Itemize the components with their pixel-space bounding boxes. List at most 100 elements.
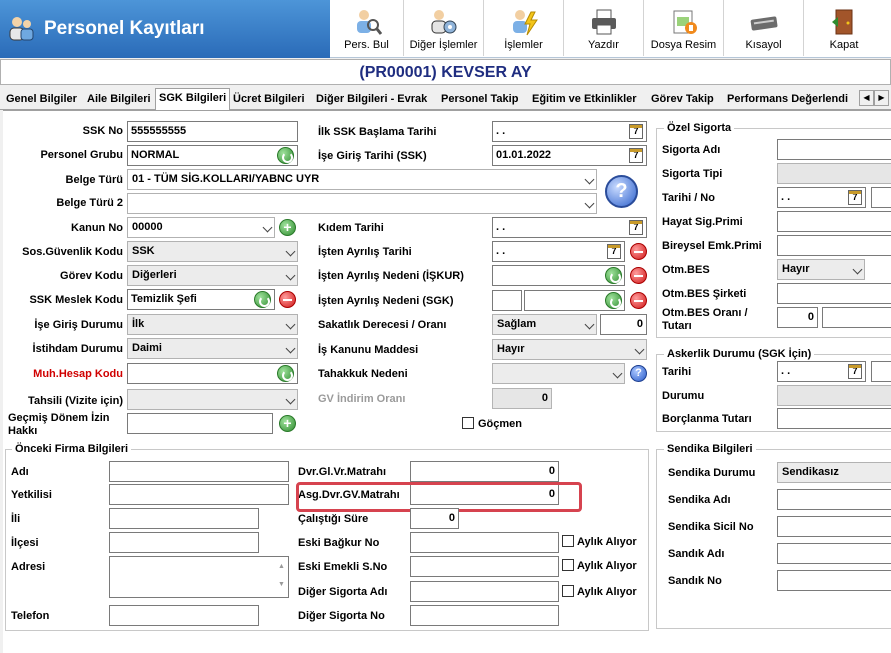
tab-performans-degerlendirme[interactable]: Performans Değerlendi: [724, 90, 851, 109]
kanun-no-select[interactable]: 00000: [127, 217, 275, 238]
tab-sgk-bilgileri[interactable]: SGK Bilgileri: [155, 88, 231, 110]
tab-gorev-takip[interactable]: Görev Takip: [648, 90, 717, 109]
refresh-icon[interactable]: [605, 267, 622, 284]
askerlik-tarihi-2-input[interactable]: [871, 361, 891, 382]
onceki-adresi-textarea[interactable]: [109, 556, 289, 598]
ozel-sigorta-no-input[interactable]: [871, 187, 891, 208]
calendar-icon[interactable]: 7: [629, 220, 643, 235]
remove-icon[interactable]: [630, 267, 647, 284]
kisayol-button[interactable]: Kısayol: [724, 0, 804, 56]
textarea-scrollbar[interactable]: ▲ ▼: [276, 558, 287, 596]
tab-genel-bilgiler[interactable]: Genel Bilgiler: [3, 90, 80, 109]
borclanma-tutari-input[interactable]: [777, 408, 891, 429]
aylik-aliyor-diger-checkbox[interactable]: [562, 585, 574, 597]
sakatlik-select[interactable]: Sağlam: [492, 314, 597, 335]
tab-aile-bilgileri[interactable]: Aile Bilgileri: [84, 90, 154, 109]
refresh-icon[interactable]: [277, 147, 294, 164]
onceki-ili-input[interactable]: [109, 508, 259, 529]
aylik-aliyor-emekli-checkbox[interactable]: [562, 559, 574, 571]
onceki-adi-input[interactable]: [109, 461, 289, 482]
tab-scroll-right-button[interactable]: ▶: [874, 90, 889, 106]
sendika-durumu-select[interactable]: Sendikasız: [777, 462, 891, 483]
onceki-ilcesi-input[interactable]: [109, 532, 259, 553]
eski-bagkur-no-input[interactable]: [410, 532, 559, 553]
sigorta-adi-input[interactable]: [777, 139, 891, 160]
islemler-button[interactable]: İşlemler: [484, 0, 564, 56]
sendika-sicil-no-input[interactable]: [777, 516, 891, 537]
istihdam-durumu-select[interactable]: Daimi: [127, 338, 298, 359]
sendika-adi-input[interactable]: [777, 489, 891, 510]
ssk-meslek-kodu-input[interactable]: Temizlik Şefi: [127, 289, 275, 310]
sandik-no-input[interactable]: [777, 570, 891, 591]
remove-icon[interactable]: [630, 292, 647, 309]
onceki-telefon-input[interactable]: [109, 605, 259, 626]
refresh-icon[interactable]: [605, 292, 622, 309]
otm-bes-select[interactable]: Hayır: [777, 259, 865, 280]
kapat-button[interactable]: Kapat: [804, 0, 884, 56]
pers-bul-button[interactable]: Pers. Bul: [330, 0, 404, 56]
askerlik-durumu-select[interactable]: [777, 385, 891, 406]
calistigi-sure-input[interactable]: 0: [410, 508, 459, 529]
eski-emekli-sno-input[interactable]: [410, 556, 559, 577]
diger-sigorta-no-input[interactable]: [410, 605, 559, 626]
personel-grubu-input[interactable]: NORMAL: [127, 145, 298, 166]
sakatlik-value: Sağlam: [497, 318, 537, 330]
tahsili-select[interactable]: [127, 389, 298, 410]
tahakkuk-nedeni-select[interactable]: [492, 363, 625, 384]
calendar-icon[interactable]: 7: [629, 148, 643, 163]
dvr-gl-vr-matrahi-input[interactable]: 0: [410, 461, 559, 482]
refresh-icon[interactable]: [277, 365, 294, 382]
ise-giris-durumu-select[interactable]: İlk: [127, 314, 298, 335]
help-icon[interactable]: ?: [630, 365, 647, 382]
gocmen-checkbox[interactable]: [462, 417, 474, 429]
remove-icon[interactable]: [279, 291, 296, 308]
toolbar-label: Kapat: [829, 39, 859, 51]
sandik-adi-input[interactable]: [777, 543, 891, 564]
tab-personel-takip[interactable]: Personel Takip: [438, 90, 521, 109]
isten-ayrilis-sgk-code-input[interactable]: [492, 290, 522, 311]
muh-hesap-kodu-input[interactable]: [127, 363, 298, 384]
gorev-kodu-select[interactable]: Diğerleri: [127, 265, 298, 286]
diger-sigorta-adi-input[interactable]: [410, 581, 559, 602]
kidem-tarihi-input[interactable]: . .: [492, 217, 647, 238]
bireysel-emk-primi-input[interactable]: [777, 235, 891, 256]
onceki-yetkilisi-input[interactable]: [109, 484, 289, 505]
gv-indirim-orani-input[interactable]: 0: [492, 388, 552, 409]
otm-bes-sirketi-input[interactable]: [777, 283, 891, 304]
tab-egitim-etkinlikler[interactable]: Eğitim ve Etkinlikler: [529, 90, 640, 109]
diger-islemler-button[interactable]: Diğer İşlemler: [404, 0, 484, 56]
sigorta-tipi-select[interactable]: [777, 163, 891, 184]
isten-ayrilis-tarihi-input[interactable]: . .: [492, 241, 625, 262]
ssk-no-input[interactable]: 555555555: [127, 121, 298, 142]
sandik-no-label: Sandık No: [668, 575, 722, 587]
personel-grubu-label: Personel Grubu: [40, 149, 123, 161]
aylik-aliyor-bagkur-checkbox[interactable]: [562, 535, 574, 547]
calendar-icon[interactable]: 7: [607, 244, 621, 259]
chevron-down-icon: [285, 246, 296, 257]
belge-turu-select[interactable]: 01 - TÜM SİG.KOLLARI/YABNC UYR: [127, 169, 597, 190]
is-kanunu-select[interactable]: Hayır: [492, 339, 647, 360]
otm-bes-tutari-input[interactable]: [822, 307, 891, 328]
sakatlik-orani-input[interactable]: 0: [600, 314, 647, 335]
otm-bes-orani-input[interactable]: 0: [777, 307, 818, 328]
ilk-ssk-baslama-input[interactable]: . .: [492, 121, 647, 142]
remove-icon[interactable]: [630, 243, 647, 260]
add-icon[interactable]: +: [279, 219, 296, 236]
dosya-resim-button[interactable]: Dosya Resim: [644, 0, 724, 56]
calendar-icon[interactable]: 7: [629, 124, 643, 139]
tab-diger-bilgileri-evrak[interactable]: Diğer Bilgileri - Evrak: [313, 90, 430, 109]
tab-scroll-left-button[interactable]: ◀: [859, 90, 874, 106]
hayat-sig-primi-input[interactable]: [777, 211, 891, 232]
calendar-icon[interactable]: 7: [848, 364, 862, 379]
add-icon[interactable]: +: [279, 415, 296, 432]
tab-ucret-bilgileri[interactable]: Ücret Bilgileri: [230, 90, 308, 109]
yazdir-button[interactable]: Yazdır: [564, 0, 644, 56]
help-icon[interactable]: ?: [605, 175, 638, 208]
calendar-icon[interactable]: 7: [848, 190, 862, 205]
refresh-icon[interactable]: [254, 291, 271, 308]
sos-guvenlik-kodu-select[interactable]: SSK: [127, 241, 298, 262]
belge-turu-2-select[interactable]: [127, 193, 597, 214]
ozel-sigorta-title: Özel Sigorta: [664, 121, 735, 135]
gecmis-donem-izin-input[interactable]: [127, 413, 273, 434]
ise-giris-tarihi-input[interactable]: 01.01.2022: [492, 145, 647, 166]
